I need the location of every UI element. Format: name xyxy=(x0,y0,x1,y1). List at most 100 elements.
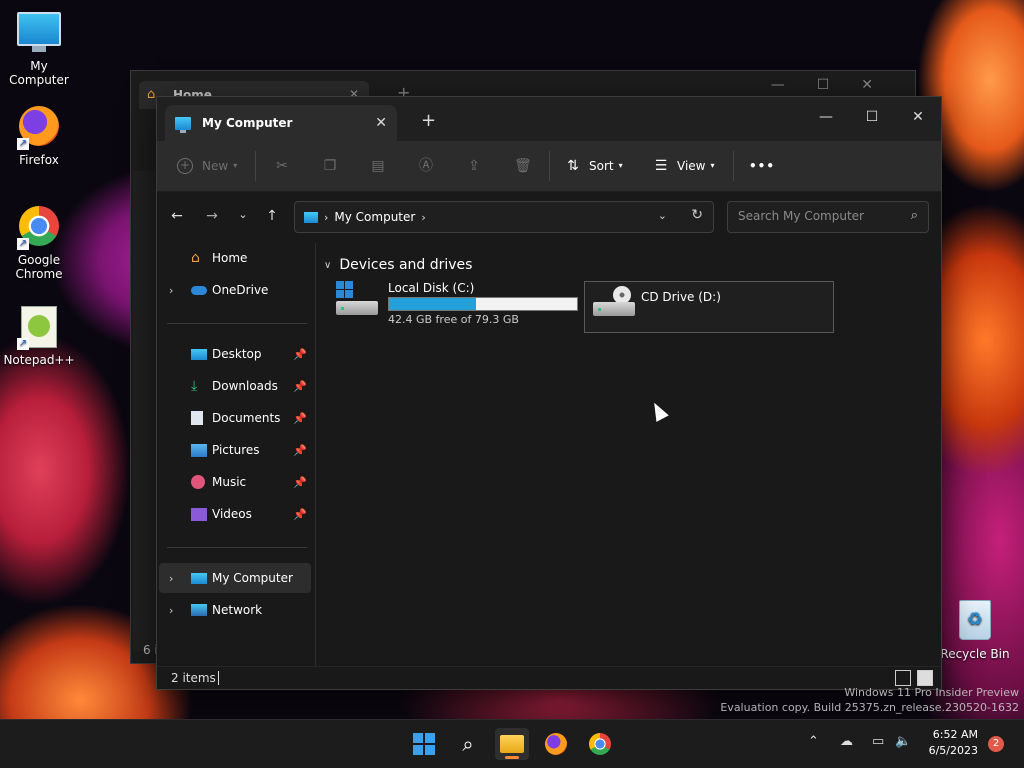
pin-icon[interactable]: 📌 xyxy=(293,412,307,425)
desktop-icon-label: Google Chrome xyxy=(15,253,63,281)
pin-icon[interactable]: 📌 xyxy=(293,444,307,457)
clock[interactable]: 6:52 AM 6/5/2023 xyxy=(929,727,978,759)
network-status-icon[interactable]: ▭ xyxy=(872,734,884,749)
new-button-label: New xyxy=(202,159,229,173)
home-icon: ⌂ xyxy=(147,87,156,102)
drive-name: Local Disk (C:) xyxy=(388,281,475,295)
cut-button[interactable]: ✂ xyxy=(274,153,290,179)
clock-date: 6/5/2023 xyxy=(928,744,978,757)
drive-cd-drive-d[interactable]: CD Drive (D:) xyxy=(584,281,834,333)
close-button[interactable]: ✕ xyxy=(895,103,941,131)
folder-icon xyxy=(500,735,524,753)
sidebar-item-network[interactable]: › Network xyxy=(159,595,311,625)
paste-button[interactable]: ▤ xyxy=(370,153,386,179)
pin-icon[interactable]: 📌 xyxy=(293,508,307,521)
desktop-icon-recycle-bin[interactable]: ♻ Recycle Bin xyxy=(937,598,1013,661)
desktop-icon-label: Firefox xyxy=(19,153,59,167)
notification-badge[interactable]: 2 xyxy=(988,736,1004,752)
tiles-view-icon[interactable] xyxy=(917,670,933,686)
windows-logo-icon xyxy=(413,733,423,743)
sidebar-item-desktop[interactable]: Desktop 📌 xyxy=(159,339,311,369)
chevron-down-icon: ▾ xyxy=(233,161,238,170)
title-bar[interactable]: My Computer ✕ + — ☐ ✕ xyxy=(157,97,941,141)
sort-button[interactable]: ⇅ Sort ▾ xyxy=(565,153,623,179)
sidebar-item-pictures[interactable]: Pictures 📌 xyxy=(159,435,311,465)
maximize-button[interactable]: ☐ xyxy=(849,103,895,131)
details-view-icon[interactable] xyxy=(895,670,911,686)
back-window-controls[interactable]: —☐✕ xyxy=(771,77,905,93)
recycle-bin-icon: ♻ xyxy=(953,600,997,644)
sidebar-item-documents[interactable]: Documents 📌 xyxy=(159,403,311,433)
chevron-right-icon[interactable]: › xyxy=(169,284,173,297)
delete-button[interactable]: 🗑 xyxy=(514,153,532,179)
pin-icon[interactable]: 📌 xyxy=(293,380,307,393)
recent-locations-button[interactable]: ⌄ xyxy=(233,208,253,221)
clipboard-icon: ▤ xyxy=(371,158,385,174)
desktop-icon-my-computer[interactable]: My Computer xyxy=(1,10,77,87)
back-sidebar xyxy=(133,171,157,651)
taskbar-file-explorer[interactable] xyxy=(495,728,529,760)
chevron-right-icon[interactable]: › xyxy=(169,572,173,585)
cloud-offline-icon[interactable]: ☁ xyxy=(840,734,853,749)
search-box[interactable]: ⌕ xyxy=(727,201,929,233)
address-bar[interactable]: › My Computer › ⌄ ↻ xyxy=(294,201,714,233)
more-options-button[interactable]: ••• xyxy=(749,153,775,179)
search-button[interactable]: ⌕ xyxy=(451,728,485,760)
up-button[interactable]: ↑ xyxy=(262,208,282,224)
sidebar-item-label: Music xyxy=(212,475,247,489)
share-button[interactable]: ⇪ xyxy=(466,153,482,179)
sidebar-item-music[interactable]: Music 📌 xyxy=(159,467,311,497)
new-tab-button[interactable]: + xyxy=(421,110,436,131)
explorer-window[interactable]: My Computer ✕ + — ☐ ✕ + New ▾ ✂ ❐ ▤ Ⓐ ⇪ … xyxy=(156,96,942,690)
trash-icon: 🗑 xyxy=(514,158,532,174)
minimize-button[interactable]: — xyxy=(803,103,849,131)
home-icon: ⌂ xyxy=(191,250,200,266)
rename-button[interactable]: Ⓐ xyxy=(418,153,434,179)
view-button[interactable]: ☰ View ▾ xyxy=(653,153,715,179)
sidebar-item-downloads[interactable]: ⤓ Downloads 📌 xyxy=(159,371,311,401)
desktop-icon-chrome[interactable]: ↗ Google Chrome xyxy=(1,204,77,281)
sidebar-item-onedrive[interactable]: › OneDrive xyxy=(159,275,311,305)
desktop-icon xyxy=(191,348,207,360)
file-list[interactable]: ∨ Devices and drives Local Disk (C:) 42.… xyxy=(316,243,941,667)
computer-icon xyxy=(191,572,207,584)
desktop-icon-label: Notepad++ xyxy=(3,353,75,367)
forward-button[interactable]: → xyxy=(202,208,222,224)
sidebar-item-my-computer[interactable]: › My Computer xyxy=(159,563,311,593)
start-button[interactable] xyxy=(407,728,441,760)
share-icon: ⇪ xyxy=(468,158,480,174)
sidebar-item-label: Videos xyxy=(212,507,252,521)
search-icon: ⌕ xyxy=(910,208,918,223)
tab-close-icon[interactable]: ✕ xyxy=(375,115,387,131)
copy-button[interactable]: ❐ xyxy=(322,153,338,179)
group-header-devices[interactable]: ∨ Devices and drives xyxy=(324,257,472,273)
chevron-right-icon[interactable]: › xyxy=(169,604,173,617)
refresh-icon[interactable]: ↻ xyxy=(691,207,703,223)
sidebar-item-videos[interactable]: Videos 📌 xyxy=(159,499,311,529)
pin-icon[interactable]: 📌 xyxy=(293,476,307,489)
chevron-down-icon: ∨ xyxy=(324,259,332,271)
taskbar-chrome[interactable] xyxy=(583,728,617,760)
chevron-down-icon[interactable]: ⌄ xyxy=(658,209,667,222)
network-icon xyxy=(191,604,207,616)
volume-icon[interactable]: 🔈 xyxy=(895,734,911,749)
desktop-icon-label: Recycle Bin xyxy=(940,647,1010,661)
desktop-icon-notepadpp[interactable]: ↗ Notepad++ xyxy=(1,304,77,367)
scissors-icon: ✂ xyxy=(276,158,288,174)
search-input[interactable] xyxy=(736,208,900,224)
sidebar-item-label: Network xyxy=(212,603,263,617)
drive-local-disk-c[interactable]: Local Disk (C:) 42.4 GB free of 79.3 GB xyxy=(326,277,580,327)
group-title: Devices and drives xyxy=(339,257,473,273)
chevron-up-icon[interactable]: ⌃ xyxy=(808,734,819,749)
breadcrumb-my-computer[interactable]: My Computer xyxy=(334,210,415,224)
taskbar-firefox[interactable] xyxy=(539,728,573,760)
desktop-icon-firefox[interactable]: ↗ Firefox xyxy=(1,104,77,167)
sidebar-item-label: My Computer xyxy=(212,571,293,585)
new-button[interactable]: + New ▾ xyxy=(177,153,237,179)
pin-icon[interactable]: 📌 xyxy=(293,348,307,361)
tab-my-computer[interactable]: My Computer ✕ xyxy=(165,105,397,141)
back-button[interactable]: ← xyxy=(167,208,187,224)
sidebar-item-home[interactable]: ⌂ Home xyxy=(159,243,311,273)
chevron-down-icon: ▾ xyxy=(618,161,623,170)
chevron-right-icon[interactable]: › xyxy=(421,211,425,224)
